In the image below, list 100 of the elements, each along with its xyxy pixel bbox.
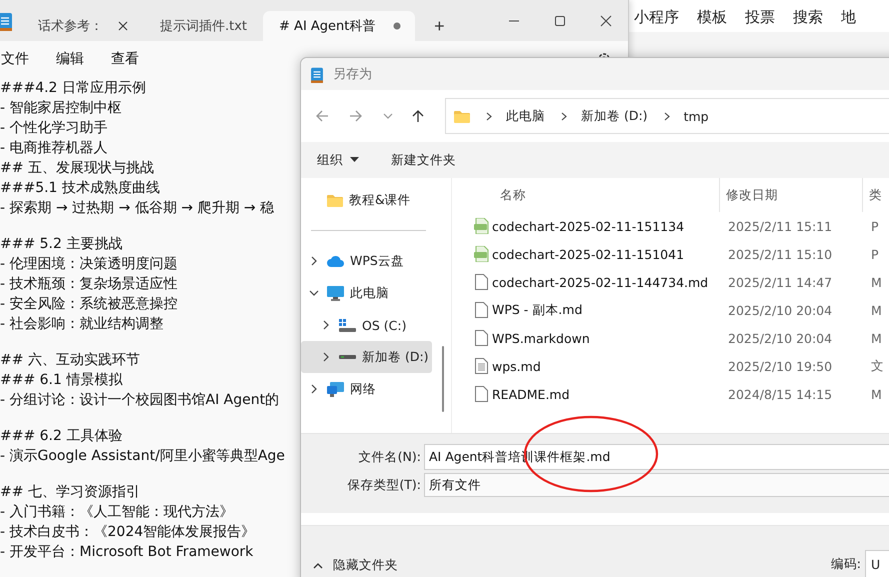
text-line: - 探索期 → 过热期 → 低谷期 → 爬升期 → 稳 bbox=[0, 200, 274, 216]
new-tab-button[interactable]: + bbox=[421, 11, 458, 41]
chevron-icon[interactable] bbox=[321, 320, 331, 330]
menu-item[interactable]: 查看 bbox=[111, 50, 139, 68]
up-arrow-icon[interactable] bbox=[411, 109, 425, 123]
chevron-icon[interactable] bbox=[309, 288, 319, 298]
scrollbar-thumb[interactable] bbox=[442, 346, 444, 412]
chevron-up-icon bbox=[313, 562, 323, 568]
file-type: P bbox=[871, 246, 880, 262]
nav-item[interactable]: 网络 bbox=[301, 373, 432, 405]
file-type: M bbox=[871, 302, 883, 318]
file-type: M bbox=[871, 386, 883, 402]
organize-button[interactable]: 组织 bbox=[313, 150, 363, 170]
chevron-icon[interactable] bbox=[309, 256, 319, 266]
text-line: - 电商推荐机器人 bbox=[0, 140, 108, 156]
tab[interactable]: # AI Agent科普 bbox=[263, 11, 416, 41]
chevron-down-icon[interactable] bbox=[383, 112, 393, 120]
file-name[interactable]: wps.md bbox=[492, 358, 728, 374]
file-type: M bbox=[871, 274, 883, 290]
file-name[interactable]: WPS - 副本.md bbox=[492, 302, 728, 318]
forward-arrow-icon[interactable] bbox=[349, 109, 363, 123]
chevron-right-icon bbox=[664, 112, 670, 120]
column-header[interactable]: 类 bbox=[862, 178, 889, 212]
new-folder-button[interactable]: 新建文件夹 bbox=[387, 150, 460, 170]
text-line: - 伦理困境：决策透明度问题 bbox=[0, 256, 178, 272]
text-line: - 分组讨论：设计一个校园图书馆AI Agent的 bbox=[0, 392, 280, 408]
column-header[interactable]: 修改日期 bbox=[719, 178, 862, 212]
drive-icon bbox=[339, 354, 356, 360]
file-type: M bbox=[871, 330, 883, 346]
file-icon bbox=[474, 330, 488, 346]
file-icon bbox=[474, 386, 488, 402]
chevron-right-icon bbox=[486, 112, 492, 120]
file-date: 2025/2/10 20:04 bbox=[728, 302, 834, 318]
breadcrumb-item[interactable]: 新加卷 (D:) bbox=[581, 108, 648, 124]
file-name[interactable]: README.md bbox=[492, 386, 728, 402]
menu-item[interactable]: 小程序 bbox=[634, 8, 679, 26]
hide-folders-button[interactable]: 隐藏文件夹 bbox=[301, 544, 398, 577]
close-icon[interactable] bbox=[600, 14, 612, 26]
field-label: 保存类型(T): bbox=[346, 476, 422, 494]
menu-item[interactable]: 地 bbox=[841, 8, 856, 26]
chevron-icon[interactable] bbox=[309, 384, 319, 394]
caret-icon bbox=[350, 157, 359, 163]
file-date: 2025/2/11 15:10 bbox=[728, 246, 834, 262]
nav-item[interactable]: 此电脑 bbox=[301, 277, 432, 309]
tab[interactable]: 提示词插件.txt bbox=[144, 11, 262, 41]
dialog-title: 另存为 bbox=[333, 66, 372, 83]
text-line: - 演示Google Assistant/阿里小蜜等典型Age bbox=[0, 448, 285, 464]
menu-item[interactable]: 投票 bbox=[745, 8, 775, 26]
field-label: 编码: bbox=[830, 556, 861, 573]
file-name[interactable]: codechart-2025-02-11-151134 bbox=[492, 218, 728, 234]
breadcrumb-item[interactable]: tmp bbox=[684, 108, 709, 124]
nav-item[interactable]: 新加卷 (D:) bbox=[301, 341, 432, 373]
text-line: ### 6.2 工具体验 bbox=[0, 428, 122, 444]
network-icon bbox=[327, 382, 344, 396]
column-header[interactable]: 名称 bbox=[470, 186, 719, 204]
text-line: - 技术瓶颈：复杂场景适应性 bbox=[0, 276, 178, 292]
nav-item[interactable]: 教程&课件 bbox=[301, 184, 432, 216]
filetype-dropdown[interactable]: 所有文件 bbox=[424, 473, 889, 497]
field-label: 文件名(N): bbox=[358, 448, 422, 466]
close-icon[interactable] bbox=[118, 21, 128, 31]
text-line: - 安全风险：系统被恶意操控 bbox=[0, 296, 178, 312]
image-file-icon bbox=[474, 246, 488, 262]
file-name[interactable]: codechart-2025-02-11-144734.md bbox=[492, 274, 728, 290]
nav-item[interactable]: WPS云盘 bbox=[301, 245, 432, 277]
nav-item[interactable]: OS (C:) bbox=[301, 309, 432, 341]
cloud-icon bbox=[327, 255, 344, 267]
address-bar[interactable]: 此电脑 新加卷 (D:) tmp bbox=[445, 98, 889, 134]
tab[interactable]: 话术参考： bbox=[22, 11, 142, 41]
chevron-right-icon bbox=[561, 112, 567, 120]
menu-item[interactable]: 模板 bbox=[697, 8, 727, 26]
text-line: ###5.1 技术成熟度曲线 bbox=[0, 180, 160, 196]
text-line: - 智能家居控制中枢 bbox=[0, 100, 122, 116]
text-line: - 社会影响：就业结构调整 bbox=[0, 316, 164, 332]
text-line: ### 6.1 情景模拟 bbox=[0, 372, 122, 388]
text-line: - 个性化学习助手 bbox=[0, 120, 108, 136]
file-name[interactable]: codechart-2025-02-11-151041 bbox=[492, 246, 728, 262]
menu-item[interactable]: 搜索 bbox=[793, 8, 823, 26]
file-date: 2025/2/11 14:47 bbox=[728, 274, 834, 290]
breadcrumb-item[interactable]: 此电脑 bbox=[506, 108, 545, 124]
file-type: P bbox=[871, 218, 880, 234]
image-file-icon bbox=[474, 218, 488, 234]
text-line: ### 5.2 主要挑战 bbox=[0, 236, 122, 252]
text-line: ## 五、发展现状与挑战 bbox=[0, 160, 154, 176]
text-file-icon bbox=[474, 358, 488, 374]
encoding-dropdown[interactable]: U bbox=[865, 550, 889, 577]
text-line: - 技术白皮书：《2024智能体发展报告》 bbox=[0, 524, 256, 540]
monitor-icon bbox=[327, 286, 344, 300]
folder-icon bbox=[327, 194, 343, 206]
file-date: 2025/2/10 19:50 bbox=[728, 358, 834, 374]
maximize-icon[interactable] bbox=[554, 14, 566, 26]
menu-item[interactable]: 编辑 bbox=[56, 50, 84, 68]
file-date: 2024/8/15 14:15 bbox=[728, 386, 834, 402]
back-arrow-icon[interactable] bbox=[315, 109, 329, 123]
chevron-icon[interactable] bbox=[321, 352, 331, 362]
menu-item[interactable]: 文件 bbox=[1, 50, 29, 68]
text-line: - 入门书籍：《人工智能：现代方法》 bbox=[0, 504, 234, 520]
folder-icon bbox=[454, 110, 470, 122]
drive-icon bbox=[339, 318, 356, 332]
file-name[interactable]: WPS.markdown bbox=[492, 330, 728, 346]
file-icon bbox=[474, 302, 488, 318]
